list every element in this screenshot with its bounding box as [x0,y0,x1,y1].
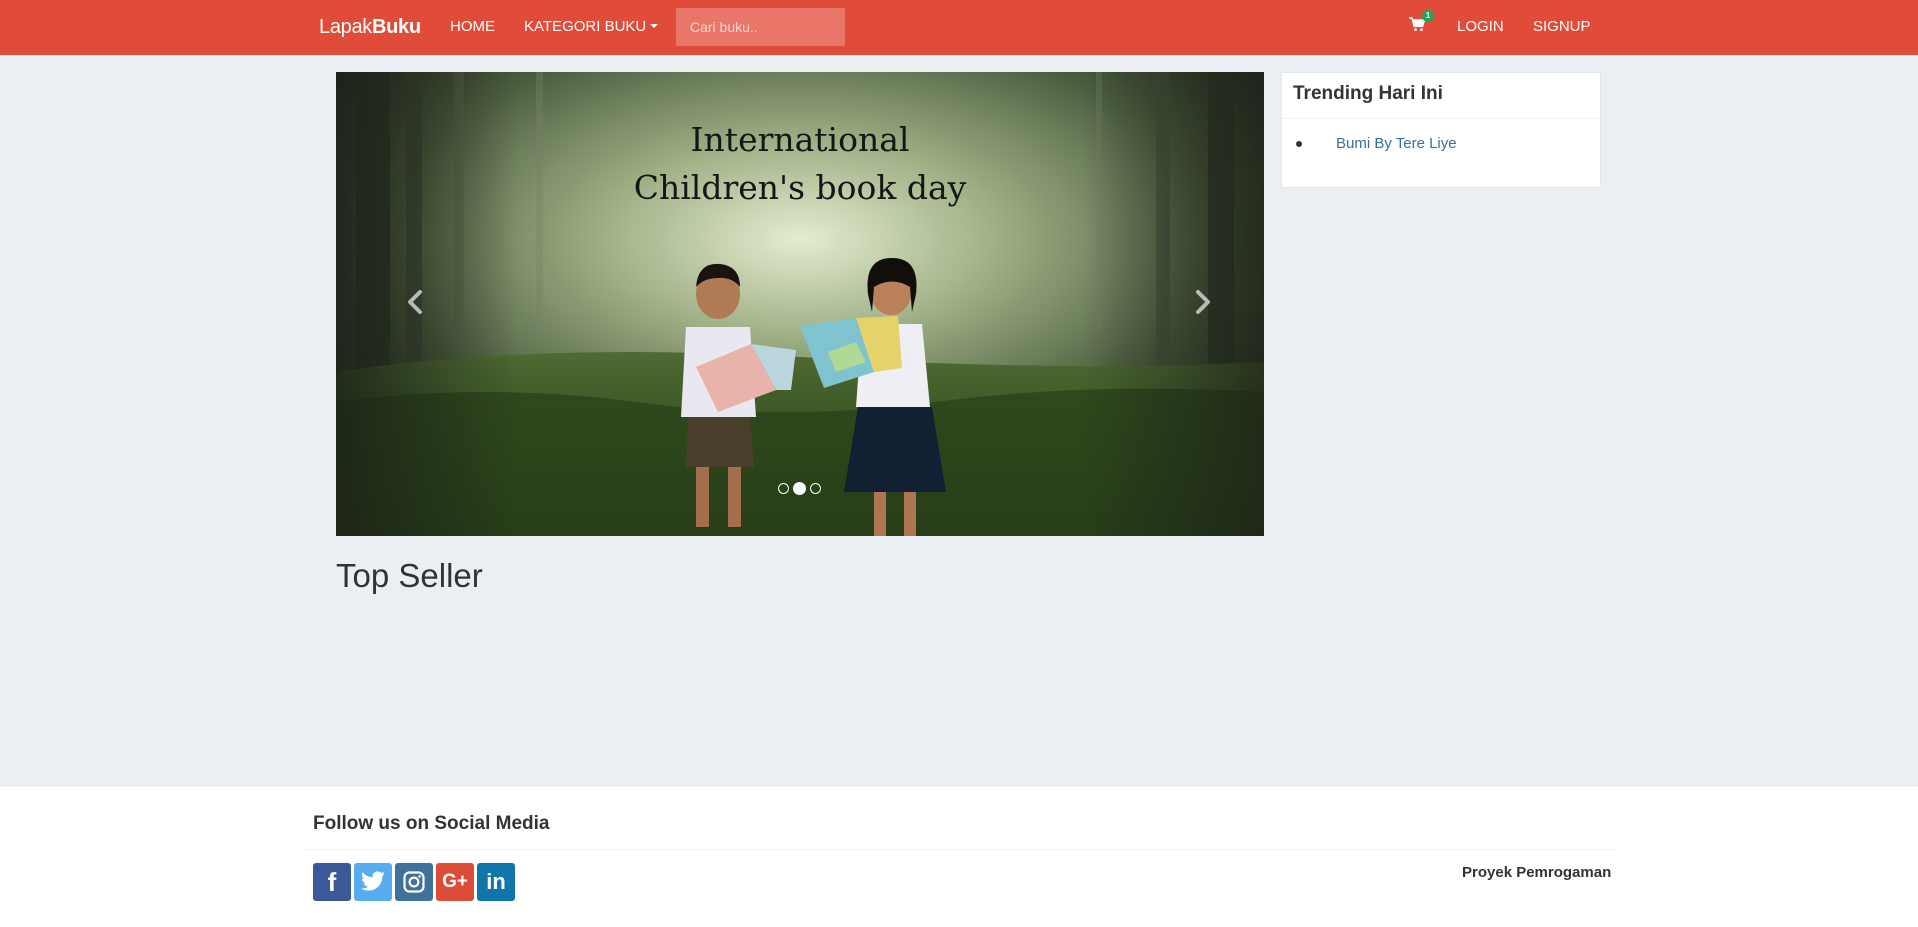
google-plus-icon: G+ [442,871,468,892]
slide-caption-line-1: International [690,120,910,159]
brand-logo[interactable]: LapakBuku [319,16,421,39]
trending-list: Bumi By Tere Liye [1282,119,1600,152]
nav-home-link[interactable]: HOME [450,18,495,35]
footer-social-title: Follow us on Social Media [313,813,550,834]
trending-panel-title: Trending Hari Ini [1282,73,1600,119]
footer-credit: Proyek Pemrogaman [1462,864,1612,881]
caret-down-icon [650,24,659,28]
bullet-icon [1296,140,1302,147]
search-input[interactable] [676,8,845,46]
carousel-indicator-dot[interactable] [810,482,821,494]
trending-link[interactable]: Bumi By Tere Liye [1336,135,1457,152]
google-plus-button[interactable]: G+ [436,863,474,901]
nav-login-link[interactable]: LOGIN [1457,18,1504,35]
instagram-button[interactable] [395,863,433,901]
social-links: f G+ in [313,863,515,901]
instagram-icon [403,871,425,893]
top-seller-heading: Top Seller [336,557,483,594]
slide-caption-line-2: Children's book day [633,168,967,207]
hero-carousel: International Children's book day [336,72,1264,536]
carousel-indicators [778,481,821,495]
nav-kategori-dropdown[interactable]: KATEGORI BUKU [524,18,659,35]
facebook-button[interactable]: f [313,863,351,901]
brand-bold-text: Buku [372,16,421,38]
chevron-right-icon [1196,290,1210,314]
linkedin-icon: in [486,869,506,894]
twitter-icon [360,871,385,891]
chevron-left-icon [408,290,422,314]
carousel-prev-button[interactable] [396,282,436,322]
brand-light-text: Lapak [319,16,372,38]
cart-count-badge: 1 [1422,10,1434,22]
carousel-indicator-dot[interactable] [778,482,789,494]
divider [304,849,1618,850]
twitter-button[interactable] [354,863,392,901]
slide-caption: International Children's book day [336,116,1264,212]
facebook-icon: f [327,866,337,897]
carousel-indicator-dot[interactable] [793,481,806,495]
shopping-cart-button[interactable]: 1 [1409,10,1434,35]
nav-signup-link[interactable]: SIGNUP [1533,18,1591,35]
nav-kategori-label: KATEGORI BUKU [524,18,647,35]
footer: Follow us on Social Media f G+ in Proyek… [0,785,1918,927]
linkedin-button[interactable]: in [477,863,515,901]
carousel-next-button[interactable] [1182,282,1222,322]
list-item: Bumi By Tere Liye [1296,135,1600,152]
top-navbar: LapakBuku HOME KATEGORI BUKU 1 LOGIN SIG… [0,0,1918,55]
trending-panel: Trending Hari Ini Bumi By Tere Liye [1281,72,1601,188]
